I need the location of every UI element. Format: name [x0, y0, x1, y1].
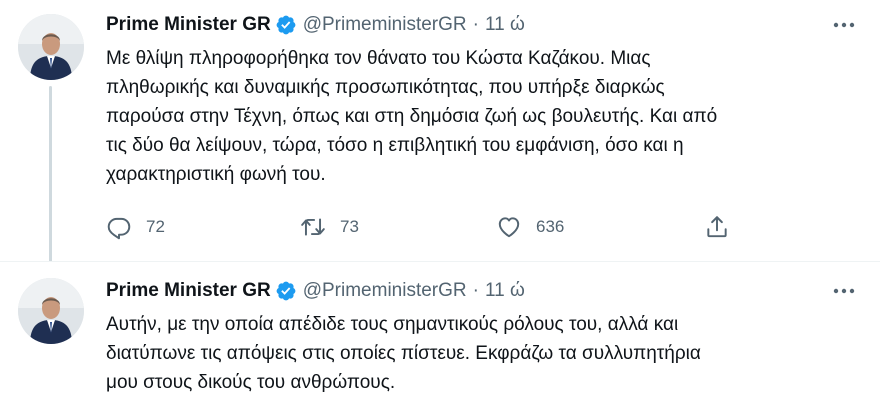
tweet-text-line: διατύπωνε τις απόψεις στις οποίες πίστευ… [106, 343, 701, 364]
share-button[interactable] [704, 212, 730, 242]
tweet-header: Prime Minister GR @PrimeministerGR · 11 … [106, 13, 525, 37]
like-button[interactable]: 636 [496, 212, 564, 242]
author-name[interactable]: Prime Minister GR [106, 280, 271, 302]
verified-badge-icon [275, 280, 297, 302]
tweet-text-line: Αυτήν, με την οποία απέδιδε τους σημαντι… [106, 314, 679, 335]
timestamp[interactable]: 11 ώ [485, 280, 525, 302]
retweet-count: 73 [340, 217, 359, 236]
author-handle[interactable]: @PrimeministerGR [303, 14, 467, 36]
thread-line [49, 86, 52, 262]
header-separator: · [472, 280, 479, 301]
header-separator: · [472, 14, 479, 35]
timestamp[interactable]: 11 ώ [485, 14, 525, 36]
like-count: 636 [536, 217, 565, 236]
tweet-text-line: παρούσα στην Τέχνη, όπως και στη δημόσια… [106, 106, 718, 127]
tweet-actions: 72 73 636 [106, 212, 746, 242]
reply-icon [107, 217, 131, 240]
tweet-text-line: μου στους δικούς του ανθρώπους. [106, 372, 396, 393]
author-name[interactable]: Prime Minister GR [106, 14, 271, 36]
retweet-icon [301, 218, 325, 236]
author-handle[interactable]: @PrimeministerGR [303, 280, 467, 302]
avatar-image [18, 14, 84, 80]
more-icon[interactable] [830, 279, 858, 303]
verified-badge-icon [275, 14, 297, 36]
avatar[interactable] [18, 278, 84, 344]
reply-count: 72 [146, 217, 165, 236]
retweet-button[interactable]: 73 [300, 212, 359, 242]
tweet-text: Με θλίψη πληροφορήθηκα τον θάνατο του Κώ… [106, 44, 866, 189]
tweet[interactable]: Prime Minister GR @PrimeministerGR · 11 … [0, 0, 880, 262]
more-icon[interactable] [830, 13, 858, 37]
share-icon [707, 216, 727, 238]
like-icon [498, 217, 520, 238]
tweet-text: Αυτήν, με την οποία απέδιδε τους σημαντι… [106, 310, 866, 397]
avatar[interactable] [18, 14, 84, 80]
tweet-text-line: τις δύο θα λείψουν, τώρα, τόσο η επιβλητ… [106, 135, 684, 156]
reply-button[interactable]: 72 [106, 212, 165, 242]
tweet-text-line: πληθωρικής και δυναμικής προσωπικότητας,… [106, 77, 665, 98]
tweet-header: Prime Minister GR @PrimeministerGR · 11 … [106, 279, 525, 303]
avatar-image [18, 278, 84, 344]
tweet-text-line: Με θλίψη πληροφορήθηκα τον θάνατο του Κώ… [106, 48, 651, 69]
tweet-text-line: χαρακτηριστική φωνή του. [106, 164, 326, 185]
tweet[interactable]: Prime Minister GR @PrimeministerGR · 11 … [0, 262, 880, 400]
